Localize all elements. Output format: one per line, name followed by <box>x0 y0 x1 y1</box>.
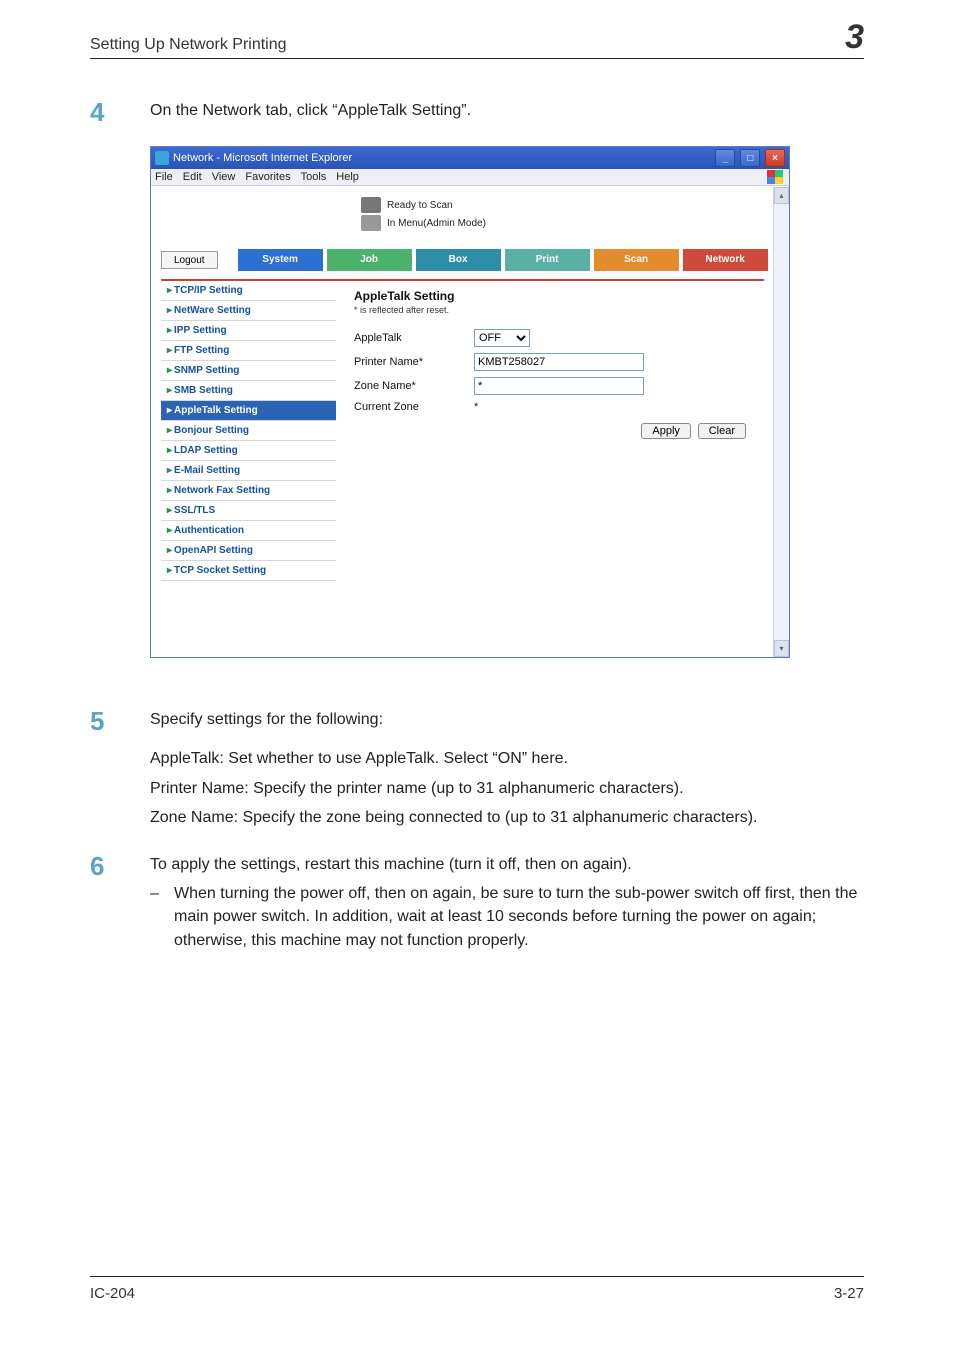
window-title: Network - Microsoft Internet Explorer <box>173 152 352 164</box>
chapter-number: 3 <box>845 20 864 54</box>
step-6-number: 6 <box>90 853 150 879</box>
close-button[interactable]: × <box>765 149 785 167</box>
minimize-button[interactable]: _ <box>715 149 735 167</box>
label-printer-name: Printer Name* <box>354 356 474 368</box>
step-5-number: 5 <box>90 708 150 734</box>
step-6-lead: To apply the settings, restart this mach… <box>150 853 864 876</box>
menu-favorites[interactable]: Favorites <box>245 171 290 183</box>
sidemenu-appletalk[interactable]: ▸AppleTalk Setting <box>161 401 336 421</box>
sidemenu-email[interactable]: ▸E-Mail Setting <box>161 461 336 481</box>
sidemenu-ftp[interactable]: ▸FTP Setting <box>161 341 336 361</box>
label-appletalk: AppleTalk <box>354 332 474 344</box>
step-4-number: 4 <box>90 99 150 125</box>
sidemenu-ssltls[interactable]: ▸SSL/TLS <box>161 501 336 521</box>
menu-bar: File Edit View Favorites Tools Help <box>151 169 789 186</box>
step-6-bullet-1: When turning the power off, then on agai… <box>174 882 864 952</box>
reset-note: * is reflected after reset. <box>354 305 764 315</box>
network-side-menu: ▸TCP/IP Setting ▸NetWare Setting ▸IPP Se… <box>161 281 336 581</box>
sidemenu-auth[interactable]: ▸Authentication <box>161 521 336 541</box>
mode-icon <box>361 215 381 231</box>
sidemenu-ldap[interactable]: ▸LDAP Setting <box>161 441 336 461</box>
menu-edit[interactable]: Edit <box>183 171 202 183</box>
step-5-p2: Printer Name: Specify the printer name (… <box>150 777 757 800</box>
label-current-zone: Current Zone <box>354 401 474 413</box>
apply-button[interactable]: Apply <box>641 423 691 439</box>
main-heading: AppleTalk Setting <box>354 289 764 303</box>
sidemenu-networkfax[interactable]: ▸Network Fax Setting <box>161 481 336 501</box>
value-current-zone: * <box>474 401 478 413</box>
menu-file[interactable]: File <box>155 171 173 183</box>
scroll-down-arrow-icon[interactable]: ▾ <box>774 640 789 657</box>
sidemenu-netware[interactable]: ▸NetWare Setting <box>161 301 336 321</box>
device-status-2: In Menu(Admin Mode) <box>387 218 486 229</box>
sidemenu-tcpsocket[interactable]: ▸TCP Socket Setting <box>161 561 336 581</box>
logout-button[interactable]: Logout <box>161 251 218 269</box>
vertical-scrollbar[interactable]: ▴ ▾ <box>773 187 789 657</box>
window-titlebar: Network - Microsoft Internet Explorer _ … <box>151 147 789 169</box>
sidemenu-openapi[interactable]: ▸OpenAPI Setting <box>161 541 336 561</box>
menu-help[interactable]: Help <box>336 171 359 183</box>
clear-button[interactable]: Clear <box>698 423 746 439</box>
menu-view[interactable]: View <box>212 171 236 183</box>
step-5-lead: Specify settings for the following: <box>150 708 757 731</box>
step-5-p1: AppleTalk: Set whether to use AppleTalk.… <box>150 747 757 770</box>
step-4-text: On the Network tab, click “AppleTalk Set… <box>150 99 471 122</box>
sidemenu-tcpip[interactable]: ▸TCP/IP Setting <box>161 281 336 301</box>
label-zone-name: Zone Name* <box>354 380 474 392</box>
maximize-button[interactable]: □ <box>740 149 760 167</box>
tab-job[interactable]: Job <box>327 249 412 271</box>
device-status-1: Ready to Scan <box>387 200 453 211</box>
browser-window: Network - Microsoft Internet Explorer _ … <box>150 146 790 658</box>
sidemenu-ipp[interactable]: ▸IPP Setting <box>161 321 336 341</box>
sidemenu-smb[interactable]: ▸SMB Setting <box>161 381 336 401</box>
sidemenu-snmp[interactable]: ▸SNMP Setting <box>161 361 336 381</box>
ie-icon <box>155 151 169 165</box>
input-zone-name[interactable] <box>474 377 644 395</box>
footer-model: IC-204 <box>90 1285 135 1302</box>
tab-network[interactable]: Network <box>683 249 768 271</box>
scroll-up-arrow-icon[interactable]: ▴ <box>774 187 789 204</box>
device-icon <box>361 197 381 213</box>
bullet-dash: – <box>150 882 174 952</box>
tab-scan[interactable]: Scan <box>594 249 679 271</box>
sidemenu-bonjour[interactable]: ▸Bonjour Setting <box>161 421 336 441</box>
step-5-p3: Zone Name: Specify the zone being connec… <box>150 806 757 829</box>
tab-box[interactable]: Box <box>416 249 501 271</box>
tab-system[interactable]: System <box>238 249 323 271</box>
select-appletalk[interactable]: OFF <box>474 329 530 347</box>
input-printer-name[interactable] <box>474 353 644 371</box>
footer-pagenum: 3-27 <box>834 1285 864 1302</box>
running-section-title: Setting Up Network Printing <box>90 36 287 54</box>
tab-print[interactable]: Print <box>505 249 590 271</box>
windows-flag-icon <box>767 170 783 184</box>
menu-tools[interactable]: Tools <box>301 171 327 183</box>
